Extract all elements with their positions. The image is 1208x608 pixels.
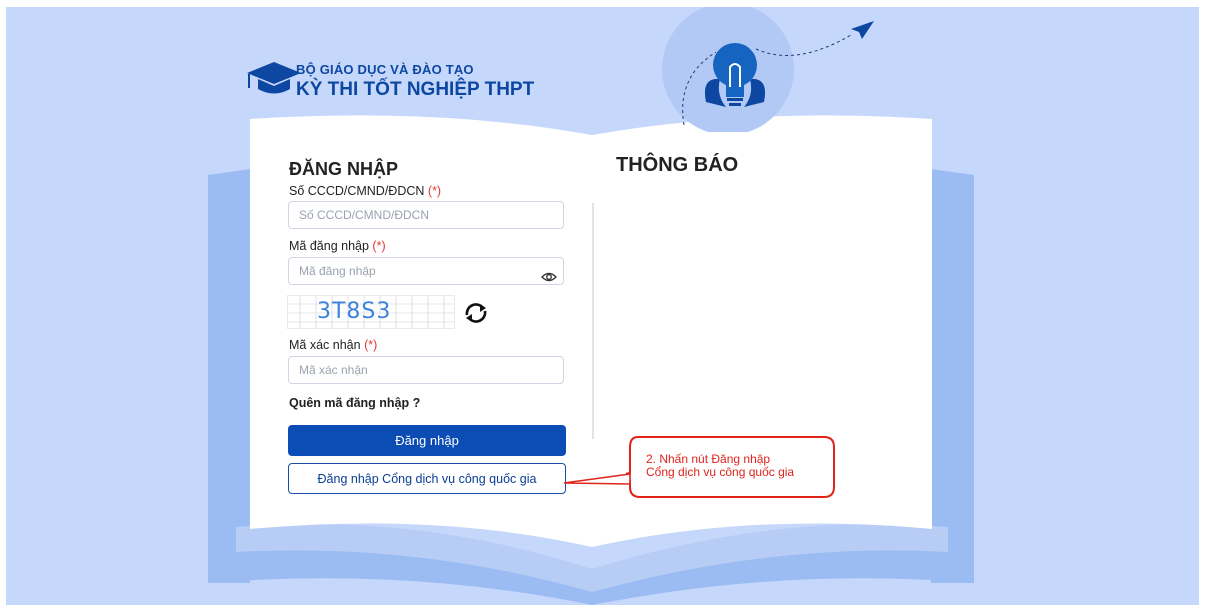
required-mark: (*) (372, 239, 386, 253)
captcha-text: 3T8S3 (317, 299, 392, 324)
eye-icon[interactable] (541, 269, 557, 285)
verify-code-label-text: Mã xác nhận (289, 338, 361, 352)
login-button[interactable]: Đăng nhập (288, 425, 566, 456)
required-mark: (*) (364, 338, 378, 352)
login-title: ĐĂNG NHẬP (289, 159, 399, 179)
notice-title: THÔNG BÁO (616, 154, 739, 176)
page-background: BỘ GIÁO DỤC VÀ ĐÀO TẠO KỲ THI TỐT NGHIỆP… (6, 7, 1199, 605)
paper-plane-icon (851, 21, 874, 39)
graduation-cap-icon (247, 62, 301, 94)
id-label-text: Số CCCD/CMND/ĐDCN (289, 184, 425, 198)
exam-name: KỲ THI TỐT NGHIỆP THPT (296, 79, 535, 100)
id-label: Số CCCD/CMND/ĐDCN (*) (289, 184, 441, 198)
callout-pointer (563, 473, 631, 485)
lightbulb-illustration (662, 7, 874, 132)
annotation-text: 2. Nhấn nút Đăng nhập Cổng dịch vụ công … (646, 453, 794, 479)
id-number-input[interactable] (288, 201, 564, 229)
login-code-label-text: Mã đăng nhập (289, 239, 369, 253)
login-code-input[interactable] (288, 257, 564, 285)
open-book-illustration (208, 115, 974, 605)
national-portal-login-button[interactable]: Đăng nhập Cổng dịch vụ công quốc gia (288, 463, 566, 494)
verify-code-label: Mã xác nhận (*) (289, 338, 377, 352)
forgot-login-code-link[interactable]: Quên mã đăng nhập ? (289, 396, 420, 410)
required-mark: (*) (427, 184, 442, 198)
page-divider (592, 203, 594, 439)
annotation-line-2: Cổng dịch vụ công quốc gia (646, 465, 795, 479)
refresh-icon[interactable] (459, 300, 493, 326)
login-code-label: Mã đăng nhập (*) (289, 239, 386, 253)
ministry-name: BỘ GIÁO DỤC VÀ ĐÀO TẠO (296, 62, 474, 77)
verify-code-input[interactable] (288, 356, 564, 384)
